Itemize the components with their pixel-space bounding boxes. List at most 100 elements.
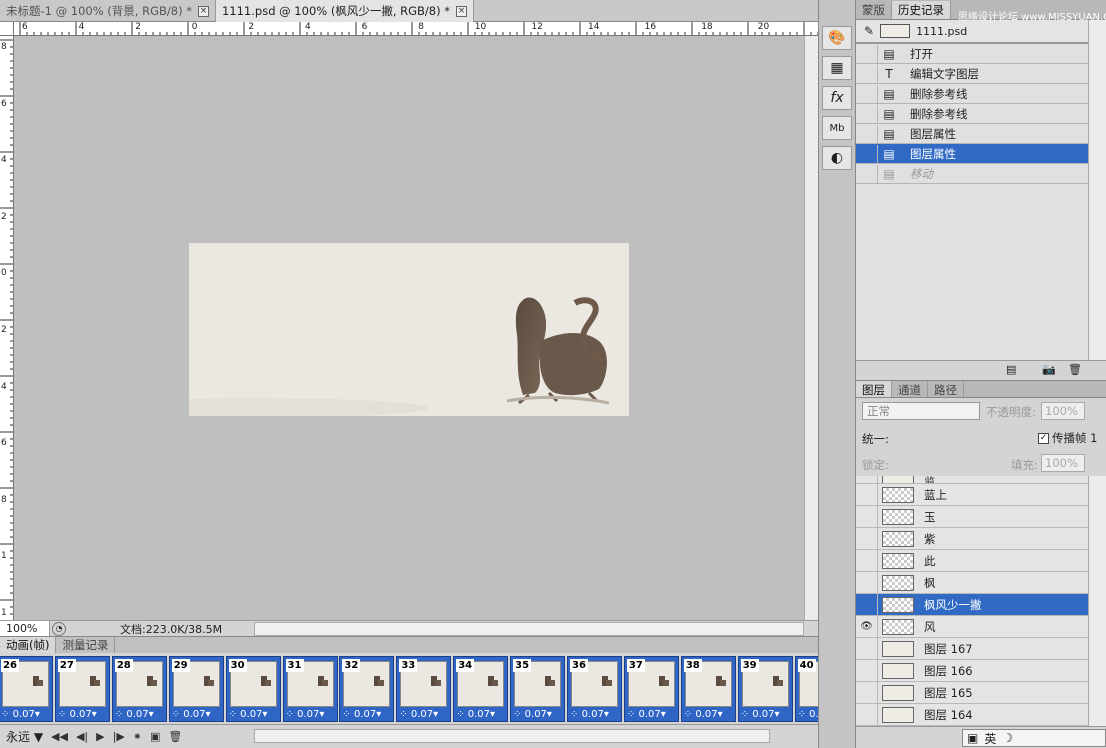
frame-delay-select[interactable]: ⁘ 0.07▾ [684, 709, 723, 720]
history-source-checkbox[interactable] [860, 44, 878, 63]
history-item[interactable]: ▤ 移动 [856, 164, 1088, 184]
layer-row[interactable]: 此 [856, 549, 1088, 572]
history-source-checkbox[interactable] [860, 104, 878, 123]
animation-frame[interactable]: 31 ⁘ 0.07▾ [282, 656, 338, 722]
eye-visibility-icon[interactable] [856, 505, 878, 528]
layer-row[interactable]: 枫 [856, 571, 1088, 594]
animation-frame[interactable]: 30 ⁘ 0.07▾ [225, 656, 281, 722]
frame-delay-select[interactable]: ⁘ 0.07▾ [798, 709, 818, 720]
tab-paths[interactable]: 路径 [928, 381, 964, 397]
frame-delay-select[interactable]: ⁘ 0.07▾ [342, 709, 381, 720]
history-item[interactable]: ▤ 删除参考线 [856, 104, 1088, 124]
ruler-corner[interactable] [0, 22, 14, 36]
animation-frame[interactable]: 32 ⁘ 0.07▾ [339, 656, 395, 722]
canvas-horizontal-scrollbar[interactable] [254, 622, 804, 636]
layer-row[interactable]: 蓝上 [856, 483, 1088, 506]
frames-horizontal-scrollbar[interactable] [254, 729, 770, 743]
animation-frame[interactable]: 33 ⁘ 0.07▾ [396, 656, 452, 722]
frame-delay-select[interactable]: ⁘ 0.07▾ [741, 709, 780, 720]
first-frame-button[interactable]: ◀◀ [51, 730, 68, 743]
tween-button[interactable]: ⁕ [133, 730, 142, 743]
ime-toolbar[interactable]: ▣ 英 ☽ [962, 729, 1106, 747]
delete-state-icon[interactable]: 🗑 [1068, 363, 1082, 376]
status-info-icon[interactable]: ◔ [52, 621, 66, 636]
animation-frame[interactable]: 40 ⁘ 0.07▾ [794, 656, 818, 722]
blend-mode-select[interactable]: 正常 [862, 402, 980, 420]
animation-frame[interactable]: 26 ⁘ 0.07▾ [0, 656, 53, 722]
animation-frame[interactable]: 36 ⁘ 0.07▾ [567, 656, 622, 722]
eye-visibility-icon[interactable]: 👁 [856, 615, 878, 638]
frame-delay-select[interactable]: ⁘ 0.07▾ [627, 709, 666, 720]
history-brush-icon[interactable]: ✎ [864, 24, 874, 38]
fill-field[interactable]: 100% [1041, 454, 1085, 472]
previous-frame-button[interactable]: ◀| [76, 730, 88, 743]
eye-visibility-icon[interactable] [856, 549, 878, 572]
layer-row[interactable]: 图层 165 [856, 681, 1088, 704]
layer-row[interactable]: 枫风少一撇 [856, 593, 1088, 616]
frame-delay-select[interactable]: ⁘ 0.07▾ [229, 709, 268, 720]
layer-row[interactable]: 图层 166 [856, 659, 1088, 682]
tab-layers[interactable]: 图层 [856, 381, 892, 397]
doc-tab-untitled[interactable]: 未标题-1 @ 100% (背景, RGB/8) * × [0, 0, 216, 22]
color-palette-icon[interactable]: 🎨 [822, 26, 852, 50]
history-item[interactable]: ▤ 图层属性 [856, 144, 1088, 164]
layer-row[interactable]: 紫 [856, 527, 1088, 550]
close-tab-icon[interactable]: × [456, 5, 468, 17]
propagate-frame-control[interactable]: ✓ 传播帧 1 [1038, 430, 1097, 446]
eye-visibility-icon[interactable] [856, 527, 878, 550]
tab-channels[interactable]: 通道 [892, 381, 928, 397]
play-button[interactable]: ▶ [96, 730, 104, 743]
eye-visibility-icon[interactable] [856, 681, 878, 704]
delete-frame-button[interactable]: 🗑 [168, 730, 182, 743]
eye-visibility-icon[interactable] [856, 703, 878, 726]
document-canvas[interactable] [69, 243, 629, 418]
history-source-checkbox[interactable] [860, 164, 878, 183]
history-item[interactable]: ▤ 删除参考线 [856, 84, 1088, 104]
animation-frame[interactable]: 29 ⁘ 0.07▾ [168, 656, 224, 722]
frame-delay-select[interactable]: ⁘ 0.07▾ [399, 709, 438, 720]
mini-bridge-icon[interactable]: Mb [822, 116, 852, 140]
frame-delay-select[interactable]: ⁘ 0.07▾ [172, 709, 211, 720]
history-source-checkbox[interactable] [860, 64, 878, 83]
frame-delay-select[interactable]: ⁘ 0.07▾ [456, 709, 495, 720]
animation-frame[interactable]: 38 ⁘ 0.07▾ [680, 656, 736, 722]
tab-masks[interactable]: 蒙版 [856, 1, 892, 19]
eye-visibility-icon[interactable] [856, 637, 878, 660]
layer-row[interactable]: 蓝 [856, 476, 1088, 484]
history-item[interactable]: T 编辑文字图层 [856, 64, 1088, 84]
eye-visibility-icon[interactable] [856, 659, 878, 682]
frame-delay-select[interactable]: ⁘ 0.07▾ [1, 709, 40, 720]
horizontal-ruler[interactable]: 6 4 2 0 2 4 6 8 10 12 14 16 18 20 [14, 22, 818, 36]
history-source-checkbox[interactable] [860, 84, 878, 103]
frame-delay-select[interactable]: ⁘ 0.07▾ [570, 709, 609, 720]
animation-frame[interactable]: 37 ⁘ 0.07▾ [623, 656, 679, 722]
propagate-checkbox[interactable]: ✓ [1038, 432, 1049, 444]
tab-measurement-log[interactable]: 测量记录 [56, 637, 116, 653]
history-source-checkbox[interactable] [860, 124, 878, 143]
tab-animation-frames[interactable]: 动画(帧) [0, 637, 57, 653]
doc-tab-1111[interactable]: 1111.psd @ 100% (枫风少一撇, RGB/8) * × [215, 0, 475, 22]
history-source-checkbox[interactable] [860, 144, 878, 163]
history-item[interactable]: ▤ 打开 [856, 44, 1088, 64]
frame-delay-select[interactable]: ⁘ 0.07▾ [286, 709, 325, 720]
close-tab-icon[interactable]: × [197, 5, 209, 17]
duplicate-frame-button[interactable]: ▣ [150, 730, 160, 743]
swatches-grid-icon[interactable]: ▦ [822, 56, 852, 80]
new-snapshot-icon[interactable]: 📷 [1042, 363, 1056, 376]
new-document-from-state-icon[interactable]: ▤ [1006, 363, 1016, 376]
animation-frame[interactable]: 35 ⁘ 0.07▾ [510, 656, 566, 722]
adjustments-icon[interactable]: ◐ [822, 146, 852, 170]
loop-options-select[interactable]: 永远 ▼ [6, 728, 43, 745]
opacity-field[interactable]: 100% [1041, 402, 1085, 420]
canvas-vertical-scrollbar[interactable] [804, 36, 818, 620]
styles-fx-icon[interactable]: fx [822, 86, 852, 110]
next-frame-button[interactable]: |▶ [113, 730, 125, 743]
ime-moon-icon[interactable]: ☽ [1002, 731, 1013, 745]
frame-delay-select[interactable]: ⁘ 0.07▾ [58, 709, 97, 720]
tab-history[interactable]: 历史记录 [892, 1, 951, 19]
layers-scrollbar[interactable] [1088, 476, 1106, 726]
layer-row[interactable]: 图层 164 [856, 703, 1088, 726]
history-snapshot[interactable]: ✎ 1111.psd [856, 20, 1088, 44]
zoom-field[interactable]: 100% [0, 620, 50, 637]
animation-frame[interactable]: 39 ⁘ 0.07▾ [737, 656, 793, 722]
